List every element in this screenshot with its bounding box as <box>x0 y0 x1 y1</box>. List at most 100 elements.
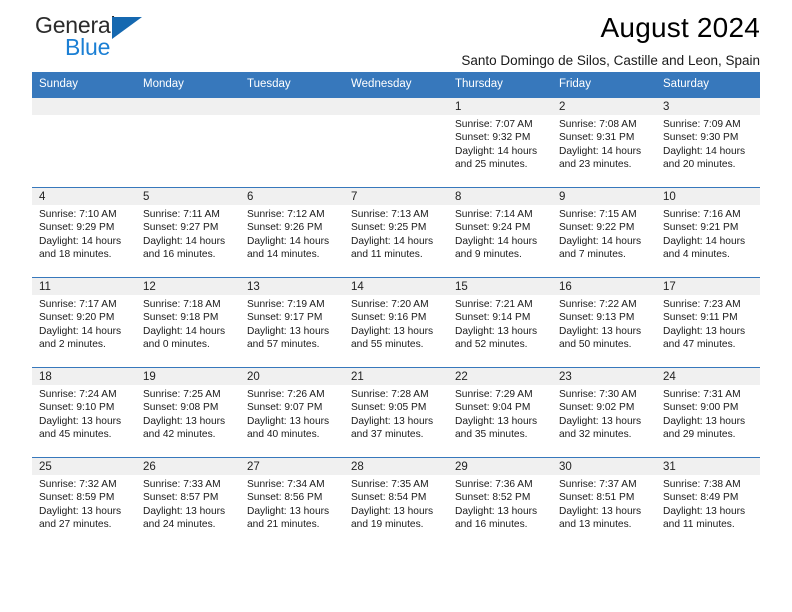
calendar-day-cell[interactable]: 6 Sunrise: 7:12 AM Sunset: 9:26 PM Daylight… <box>240 187 344 278</box>
day-detail-line: Sunrise: 7:18 AM <box>143 299 221 310</box>
day-detail-line: Sunrise: 7:35 AM <box>351 479 429 490</box>
day-number: 18 <box>32 368 136 385</box>
day-number: 20 <box>240 368 344 385</box>
day-details: Sunrise: 7:17 AM Sunset: 9:20 PM Daylight:… <box>32 295 136 352</box>
calendar-day-cell[interactable]: 3 Sunrise: 7:09 AM Sunset: 9:30 PM Daylight… <box>656 97 760 188</box>
day-detail-line: Sunrise: 7:16 AM <box>663 209 741 220</box>
calendar-day-cell[interactable]: 13 Sunrise: 7:19 AM Sunset: 9:17 PM Dayligh… <box>240 277 344 368</box>
day-number: 1 <box>448 98 552 115</box>
calendar-day-cell[interactable]: 2 Sunrise: 7:08 AM Sunset: 9:31 PM Daylight… <box>552 97 656 188</box>
calendar-day-cell[interactable]: 17 Sunrise: 7:23 AM Sunset: 9:11 PM Dayligh… <box>656 277 760 368</box>
day-details: Sunrise: 7:09 AM Sunset: 9:30 PM Daylight:… <box>656 115 760 172</box>
day-detail-line: Sunset: 9:17 PM <box>247 312 323 324</box>
day-detail-line: Daylight: 13 hours <box>351 415 434 427</box>
weekday-header-friday: Friday <box>552 72 656 98</box>
calendar-day-cell[interactable]: 22 Sunrise: 7:29 AM Sunset: 9:04 PM Dayligh… <box>448 367 552 458</box>
calendar-day-cell[interactable]: 26 Sunrise: 7:33 AM Sunset: 8:57 PM Dayligh… <box>136 457 240 547</box>
weekday-header-saturday: Saturday <box>656 72 760 98</box>
calendar-day-cell[interactable]: 5 Sunrise: 7:11 AM Sunset: 9:27 PM Daylight… <box>136 187 240 278</box>
day-detail-line: Sunrise: 7:17 AM <box>39 299 117 310</box>
day-detail-line: Daylight: 14 hours <box>663 235 746 247</box>
day-detail-line: and 0 minutes. <box>143 339 210 351</box>
calendar-day-cell[interactable]: 19 Sunrise: 7:25 AM Sunset: 9:08 PM Dayligh… <box>136 367 240 458</box>
day-detail-line: and 32 minutes. <box>559 429 632 441</box>
day-detail-line: Sunset: 9:25 PM <box>351 222 427 234</box>
calendar-day-cell[interactable]: 1 Sunrise: 7:07 AM Sunset: 9:32 PM Daylight… <box>448 97 552 188</box>
day-details <box>240 115 344 118</box>
day-detail-line: Daylight: 13 hours <box>663 325 746 337</box>
day-detail-line: Sunrise: 7:21 AM <box>455 299 533 310</box>
day-detail-line: Sunset: 9:07 PM <box>247 402 323 414</box>
page-title: August 2024 <box>600 12 760 43</box>
day-details: Sunrise: 7:07 AM Sunset: 9:32 PM Daylight:… <box>448 115 552 172</box>
day-number: 6 <box>240 188 344 205</box>
calendar-day-cell[interactable]: 11 Sunrise: 7:17 AM Sunset: 9:20 PM Dayligh… <box>32 277 136 368</box>
day-detail-line: Sunrise: 7:33 AM <box>143 479 221 490</box>
day-number: 4 <box>32 188 136 205</box>
day-number: 3 <box>656 98 760 115</box>
day-detail-line: Daylight: 13 hours <box>143 505 226 517</box>
calendar-day-cell[interactable]: 7 Sunrise: 7:13 AM Sunset: 9:25 PM Daylight… <box>344 187 448 278</box>
day-detail-line: Sunrise: 7:32 AM <box>39 479 117 490</box>
calendar-day-cell[interactable]: 16 Sunrise: 7:22 AM Sunset: 9:13 PM Dayligh… <box>552 277 656 368</box>
day-detail-line: Daylight: 14 hours <box>39 235 122 247</box>
day-detail-line: Sunset: 9:24 PM <box>455 222 531 234</box>
day-detail-line: Sunrise: 7:11 AM <box>143 209 220 220</box>
day-detail-line: Sunset: 9:29 PM <box>39 222 115 234</box>
day-details: Sunrise: 7:25 AM Sunset: 9:08 PM Daylight:… <box>136 385 240 442</box>
day-detail-line: and 52 minutes. <box>455 339 528 351</box>
calendar-cell-empty <box>344 97 448 188</box>
calendar-day-cell[interactable]: 18 Sunrise: 7:24 AM Sunset: 9:10 PM Dayligh… <box>32 367 136 458</box>
day-detail-line: Daylight: 13 hours <box>247 505 330 517</box>
calendar-body: 1 Sunrise: 7:07 AM Sunset: 9:32 PM Daylight… <box>32 97 760 547</box>
calendar-day-cell[interactable]: 28 Sunrise: 7:35 AM Sunset: 8:54 PM Dayligh… <box>344 457 448 547</box>
day-number: 14 <box>344 278 448 295</box>
calendar-day-cell[interactable]: 27 Sunrise: 7:34 AM Sunset: 8:56 PM Dayligh… <box>240 457 344 547</box>
day-detail-line: Sunset: 9:14 PM <box>455 312 531 324</box>
day-detail-line: Sunset: 8:54 PM <box>351 492 427 504</box>
day-detail-line: Sunrise: 7:07 AM <box>455 119 533 130</box>
day-detail-line: and 11 minutes. <box>663 519 735 531</box>
calendar-day-cell[interactable]: 31 Sunrise: 7:38 AM Sunset: 8:49 PM Dayligh… <box>656 457 760 547</box>
day-detail-line: Sunrise: 7:20 AM <box>351 299 429 310</box>
calendar-day-cell[interactable]: 20 Sunrise: 7:26 AM Sunset: 9:07 PM Dayligh… <box>240 367 344 458</box>
calendar-day-cell[interactable]: 29 Sunrise: 7:36 AM Sunset: 8:52 PM Dayligh… <box>448 457 552 547</box>
day-details: Sunrise: 7:18 AM Sunset: 9:18 PM Daylight:… <box>136 295 240 352</box>
calendar-day-cell[interactable]: 14 Sunrise: 7:20 AM Sunset: 9:16 PM Dayligh… <box>344 277 448 368</box>
day-detail-line: Sunset: 9:10 PM <box>39 402 115 414</box>
day-detail-line: Sunset: 9:27 PM <box>143 222 219 234</box>
day-number: 26 <box>136 458 240 475</box>
day-details <box>344 115 448 118</box>
calendar-day-cell[interactable]: 4 Sunrise: 7:10 AM Sunset: 9:29 PM Daylight… <box>32 187 136 278</box>
day-detail-line: and 16 minutes. <box>455 519 528 531</box>
day-details: Sunrise: 7:28 AM Sunset: 9:05 PM Daylight:… <box>344 385 448 442</box>
day-detail-line: Sunrise: 7:22 AM <box>559 299 637 310</box>
day-detail-line: Daylight: 14 hours <box>455 145 538 157</box>
calendar-day-cell[interactable]: 30 Sunrise: 7:37 AM Sunset: 8:51 PM Dayligh… <box>552 457 656 547</box>
calendar-table: Sunday Monday Tuesday Wednesday Thursday Frid… <box>32 72 760 547</box>
day-detail-line: Sunrise: 7:30 AM <box>559 389 637 400</box>
weekday-header-thursday: Thursday <box>448 72 552 98</box>
generalblue-logo[interactable]: General Blue <box>35 12 215 64</box>
calendar-day-cell[interactable]: 23 Sunrise: 7:30 AM Sunset: 9:02 PM Dayligh… <box>552 367 656 458</box>
calendar-day-cell[interactable]: 24 Sunrise: 7:31 AM Sunset: 9:00 PM Dayligh… <box>656 367 760 458</box>
day-details: Sunrise: 7:33 AM Sunset: 8:57 PM Daylight:… <box>136 475 240 532</box>
calendar-day-cell[interactable]: 25 Sunrise: 7:32 AM Sunset: 8:59 PM Dayligh… <box>32 457 136 547</box>
day-detail-line: and 16 minutes. <box>143 249 216 261</box>
day-number: 8 <box>448 188 552 205</box>
calendar-day-cell[interactable]: 12 Sunrise: 7:18 AM Sunset: 9:18 PM Dayligh… <box>136 277 240 368</box>
day-detail-line: and 24 minutes. <box>143 519 216 531</box>
day-detail-line: Sunset: 9:18 PM <box>143 312 219 324</box>
calendar-day-cell[interactable]: 10 Sunrise: 7:16 AM Sunset: 9:21 PM Dayligh… <box>656 187 760 278</box>
calendar-day-cell[interactable]: 8 Sunrise: 7:14 AM Sunset: 9:24 PM Daylight… <box>448 187 552 278</box>
calendar-day-cell[interactable]: 21 Sunrise: 7:28 AM Sunset: 9:05 PM Dayligh… <box>344 367 448 458</box>
day-detail-line: and 13 minutes. <box>559 519 632 531</box>
calendar-day-cell[interactable]: 15 Sunrise: 7:21 AM Sunset: 9:14 PM Dayligh… <box>448 277 552 368</box>
day-detail-line: and 42 minutes. <box>143 429 216 441</box>
day-detail-line: Daylight: 13 hours <box>39 415 122 427</box>
day-detail-line: Sunset: 9:31 PM <box>559 132 635 144</box>
weekday-header-sunday: Sunday <box>32 72 136 98</box>
calendar-day-cell[interactable]: 9 Sunrise: 7:15 AM Sunset: 9:22 PM Daylight… <box>552 187 656 278</box>
day-detail-line: Sunset: 9:04 PM <box>455 402 531 414</box>
day-detail-line: Daylight: 14 hours <box>455 235 538 247</box>
